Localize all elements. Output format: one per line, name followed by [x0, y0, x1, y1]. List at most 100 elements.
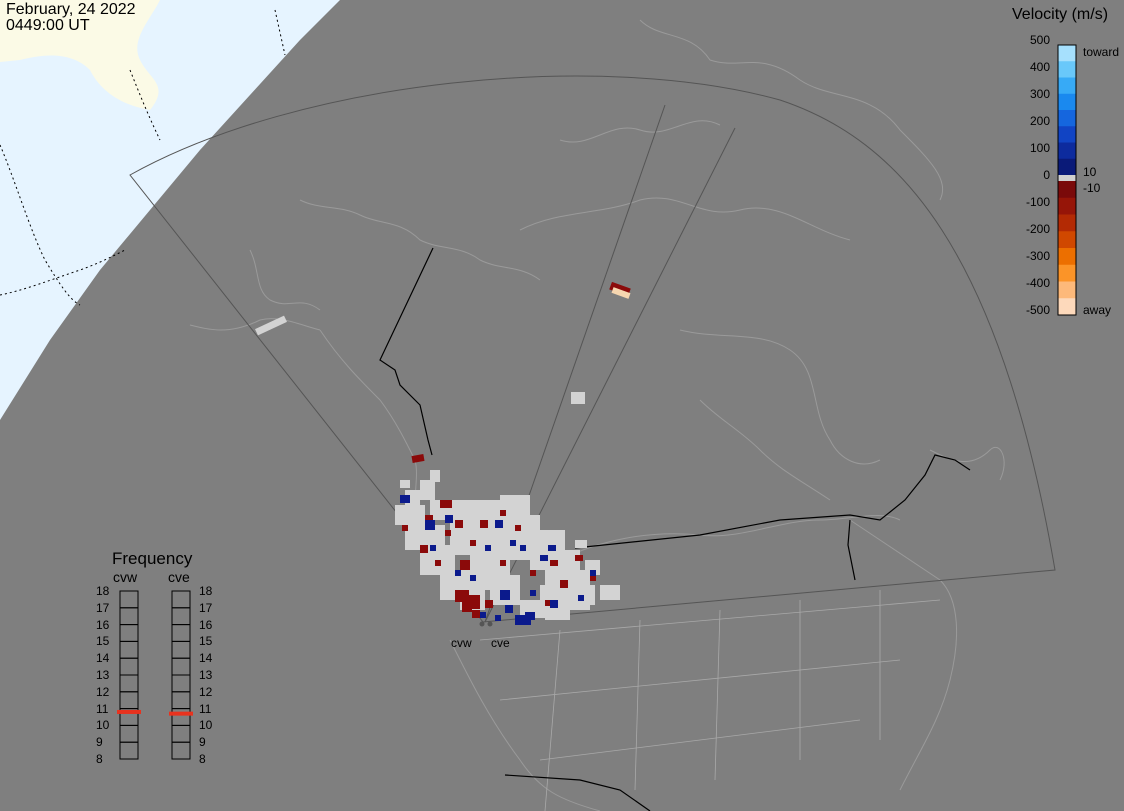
velocity-cell — [530, 570, 536, 576]
colorbar-segment — [1058, 110, 1076, 127]
velocity-cell — [505, 605, 513, 613]
frequency-cell — [119, 657, 139, 676]
frequency-tick-right: 13 — [199, 668, 213, 682]
frequency-cell — [171, 724, 191, 743]
velocity-cell — [395, 505, 425, 525]
velocity-cell — [402, 525, 408, 531]
frequency-tick-left: 12 — [96, 684, 110, 699]
colorbar-segment — [1058, 93, 1076, 111]
velocity-cell — [472, 610, 480, 618]
frequency-marker — [169, 711, 193, 716]
velocity-cell — [470, 575, 476, 581]
velocity-cell — [548, 545, 556, 551]
velocity-cell — [550, 560, 558, 566]
frequency-tick-left: 11 — [96, 701, 109, 716]
velocity-cell — [485, 600, 493, 608]
velocity-cell — [400, 480, 410, 488]
frequency-cell — [119, 724, 139, 743]
velocity-cell — [515, 525, 521, 531]
frequency-tick-right: 12 — [199, 684, 213, 699]
velocity-cell — [500, 590, 510, 600]
colorbar-tick: 100 — [1029, 141, 1050, 155]
frequency-tick-left: 18 — [96, 584, 110, 598]
velocity-cell — [600, 585, 620, 600]
colorbar-segment — [1058, 197, 1076, 215]
frequency-tick-right: 15 — [199, 634, 213, 649]
frequency-tick-left: 13 — [96, 668, 110, 682]
velocity-cell — [430, 470, 440, 482]
colorbar-threshold-neg: -10 — [1083, 181, 1101, 195]
frequency-cell — [119, 590, 139, 609]
velocity-cell — [420, 480, 435, 500]
velocity-cell — [460, 560, 470, 570]
colorbar-segment — [1058, 214, 1076, 232]
frequency-radar-label: cvw — [113, 569, 138, 585]
frequency-tick-right: 8 — [199, 752, 206, 766]
frequency-tick-left: 10 — [96, 718, 110, 733]
velocity-cell — [555, 545, 565, 555]
velocity-cell — [530, 590, 536, 596]
colorbar-segment — [1058, 126, 1076, 143]
colorbar-tick: 400 — [1029, 60, 1050, 74]
velocity-cell — [500, 560, 506, 566]
radar-sites — [479, 621, 493, 627]
frequency-tick-right: 16 — [199, 617, 213, 632]
velocity-cell — [560, 580, 568, 588]
colorbar-tick: -200 — [1025, 222, 1050, 236]
velocity-cell — [480, 520, 488, 528]
velocity-cell — [455, 590, 469, 602]
frequency-cell — [171, 640, 191, 659]
colorbar-title: Velocity (m/s) — [1012, 6, 1109, 23]
colorbar-segment — [1058, 45, 1076, 62]
velocity-colorbar — [1057, 44, 1077, 316]
colorbar-tick: 300 — [1029, 87, 1050, 101]
colorbar-segment — [1058, 61, 1076, 78]
frequency-cell — [119, 691, 139, 710]
velocity-cell — [455, 570, 461, 576]
frequency-panel — [117, 590, 193, 760]
velocity-cell — [500, 510, 506, 516]
colorbar-segment — [1058, 158, 1076, 176]
velocity-cell — [485, 545, 491, 551]
radar-site-cvw — [479, 621, 485, 627]
velocity-cell — [480, 612, 486, 618]
velocity-cell — [455, 520, 463, 528]
colorbar-segment — [1058, 298, 1076, 316]
velocity-cell — [540, 555, 548, 561]
frequency-title: Frequency — [112, 549, 193, 568]
velocity-cell — [411, 454, 425, 463]
frequency-tick-left: 8 — [96, 752, 103, 766]
frequency-tick-right: 14 — [199, 651, 213, 666]
radar-plot: February, 24 2022 0449:00 UT Velocity (m… — [0, 0, 1124, 811]
frequency-tick-left: 16 — [96, 617, 110, 632]
colorbar-segment — [1058, 142, 1076, 160]
radar-site-cve — [487, 621, 493, 627]
frequency-radar-label: cve — [168, 569, 190, 585]
frequency-cell — [119, 640, 139, 659]
velocity-cell — [510, 540, 516, 546]
colorbar-toward-label: toward — [1083, 45, 1120, 59]
colorbar-away-label: away — [1083, 303, 1112, 317]
velocity-cells — [255, 281, 631, 625]
velocity-cell — [578, 595, 584, 601]
velocity-cell — [575, 555, 583, 561]
colorbar-segment — [1058, 231, 1076, 249]
frequency-tick-left: 14 — [96, 651, 110, 666]
frequency-tick-right: 11 — [199, 701, 212, 716]
field-of-view — [129, 75, 1056, 623]
velocity-cell — [550, 600, 558, 608]
time-label: 0449:00 UT — [6, 17, 90, 34]
velocity-cell — [400, 495, 410, 503]
velocity-cell — [440, 500, 452, 508]
velocity-cell — [495, 615, 501, 621]
frequency-tick-left: 17 — [96, 600, 110, 615]
frequency-cell — [119, 624, 139, 642]
frequency-tick-right: 17 — [199, 600, 213, 615]
velocity-cell — [420, 545, 428, 553]
frequency-cell — [171, 674, 191, 693]
colorbar-tick: -300 — [1025, 249, 1050, 263]
colorbar-threshold-pos: 10 — [1083, 165, 1097, 179]
colorbar-segment — [1058, 175, 1076, 181]
frequency-cell — [171, 657, 191, 676]
velocity-cell — [470, 540, 476, 546]
